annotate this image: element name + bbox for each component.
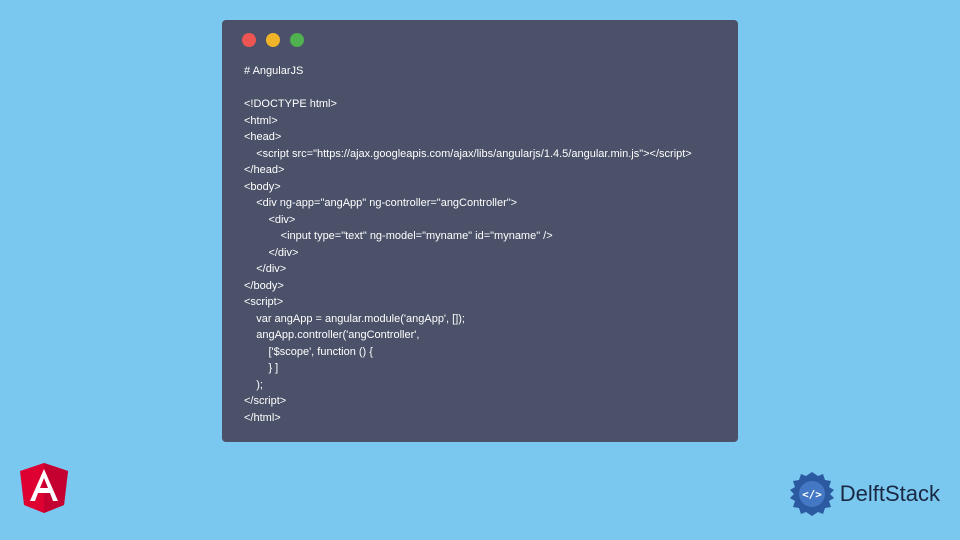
code-window: # AngularJS <!DOCTYPE html> <html> <head… (222, 20, 738, 442)
svg-text:</>: </> (802, 488, 822, 501)
minimize-icon (266, 33, 280, 47)
delftstack-logo: </> DelftStack (788, 470, 940, 518)
code-content: # AngularJS <!DOCTYPE html> <html> <head… (222, 55, 738, 426)
code-body: <!DOCTYPE html> <html> <head> <script sr… (244, 98, 692, 424)
code-title: # AngularJS (244, 65, 303, 77)
delftstack-icon: </> (788, 470, 836, 518)
angular-logo-icon (20, 463, 68, 518)
brand-name: DelftStack (840, 481, 940, 507)
maximize-icon (290, 33, 304, 47)
close-icon (242, 33, 256, 47)
window-titlebar (222, 20, 738, 55)
